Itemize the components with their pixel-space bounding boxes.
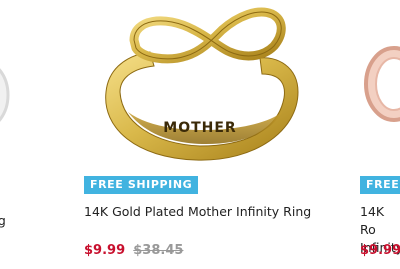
product-card-left[interactable]: ng xyxy=(0,0,20,269)
rose-gold-ring-image[interactable] xyxy=(360,0,400,170)
ring-engraving: MOTHER xyxy=(163,120,236,136)
sale-price: $9.99 xyxy=(84,243,126,258)
price-row: $9.99 $38.45 xyxy=(84,243,183,258)
silver-ring-image[interactable] xyxy=(0,0,20,170)
product-title[interactable]: 14K Gold Plated Mother Infinity Ring xyxy=(84,203,346,221)
price-row: $9.99 xyxy=(360,243,400,258)
sale-price: $9.99 xyxy=(360,243,400,258)
free-shipping-badge: FREE xyxy=(360,176,400,194)
original-price: $38.45 xyxy=(133,243,184,258)
free-shipping-badge: FREE SHIPPING xyxy=(84,176,199,194)
gold-infinity-ring-image[interactable]: MOTHER xyxy=(84,0,346,170)
product-card-right[interactable]: FREE 14K Ro Infinity $9.99 xyxy=(360,0,400,269)
product-title[interactable]: ng xyxy=(0,212,30,230)
product-carousel: ng MOTHER xyxy=(0,0,400,269)
product-card-center[interactable]: MOTHER FREE SHIPPING 14K Gold Plated Mot… xyxy=(84,0,346,269)
